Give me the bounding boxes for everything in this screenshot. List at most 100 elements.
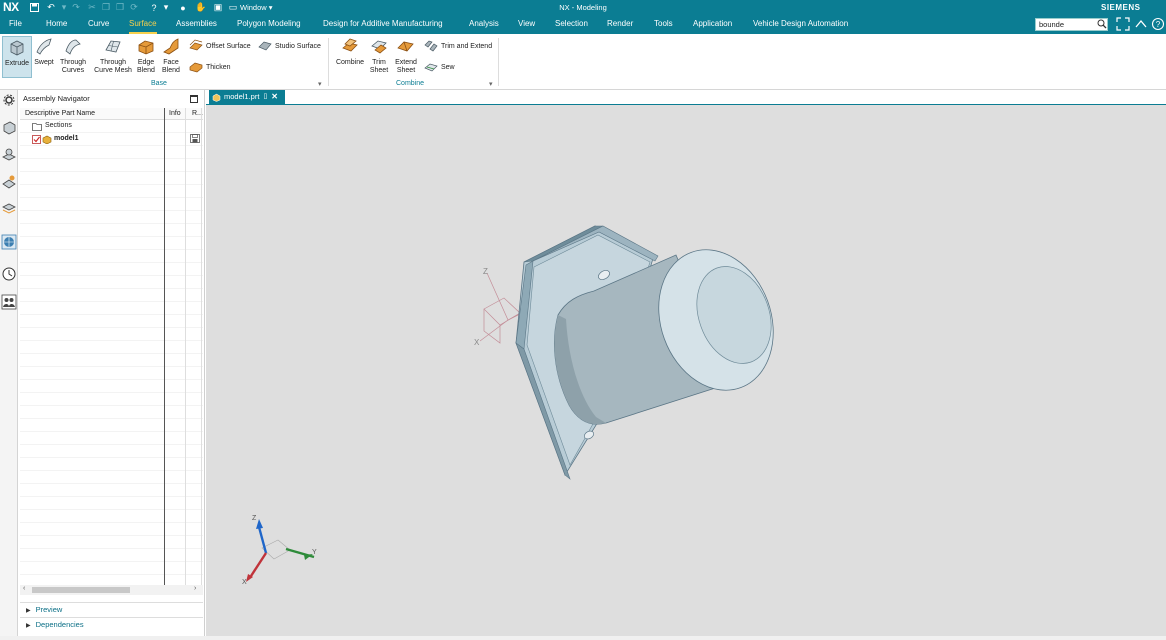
expand-icon: ▶ — [26, 623, 31, 629]
base-group-more-icon[interactable]: ▾ — [318, 80, 322, 88]
trim-and-extend-button[interactable]: Trim and Extend — [424, 39, 492, 53]
tab-pin-icon[interactable]: ▯ — [263, 90, 267, 104]
tab-assemblies[interactable]: Assemblies — [176, 15, 217, 34]
face-blend-button[interactable]: Face Blend — [160, 36, 182, 75]
gear-icon[interactable] — [1, 92, 17, 108]
tab-file[interactable]: File — [9, 15, 22, 34]
extend-sheet-button[interactable]: Extend Sheet — [393, 36, 419, 75]
combine-button[interactable]: Combine — [335, 36, 365, 67]
column-descriptive-part-name[interactable]: Descriptive Part Name — [25, 110, 95, 117]
cut-icon[interactable]: ✂ — [86, 1, 98, 14]
preview-label: Preview — [35, 605, 63, 614]
tab-tools[interactable]: Tools — [654, 15, 673, 34]
tab-analysis[interactable]: Analysis — [469, 15, 499, 34]
scroll-left-icon[interactable]: ‹ — [23, 585, 25, 592]
tab-surface[interactable]: Surface — [129, 15, 157, 34]
3d-model-canvas[interactable]: Z X Z Y X — [206, 105, 1166, 637]
part-navigator-icon[interactable] — [1, 120, 17, 136]
extend-sheet-label: Extend Sheet — [395, 59, 417, 74]
save-icon[interactable] — [28, 1, 40, 14]
window-menu[interactable]: Window ▾ — [240, 0, 273, 15]
horizontal-scrollbar[interactable]: ‹ › — [20, 585, 203, 595]
paste-icon[interactable]: ❒ — [114, 1, 126, 14]
through-curves-button[interactable]: Through Curves — [57, 36, 89, 75]
extrude-button[interactable]: Extrude — [2, 36, 32, 78]
combine-group-more-icon[interactable]: ▾ — [489, 80, 493, 88]
column-divider[interactable] — [164, 108, 165, 586]
extrude-icon — [10, 40, 24, 56]
through-curve-mesh-button[interactable]: Through Curve Mesh — [92, 36, 134, 75]
collapse-ribbon-icon[interactable] — [1134, 17, 1148, 31]
tab-application[interactable]: Application — [693, 15, 732, 34]
document-tab-model1[interactable]: model1.prt ▯ ✕ — [209, 90, 285, 104]
copy-icon[interactable]: ❐ — [100, 1, 112, 14]
help-icon[interactable]: ? — [148, 1, 160, 14]
assembly-navigator-icon[interactable] — [1, 146, 17, 162]
fullscreen-icon[interactable] — [1116, 17, 1130, 31]
close-tab-icon[interactable]: ✕ — [271, 90, 278, 104]
touch-mode-icon[interactable]: ✋ — [195, 1, 207, 14]
scroll-right-icon[interactable]: › — [194, 585, 196, 592]
column-divider[interactable] — [201, 108, 202, 586]
undo-icon[interactable]: ↶ — [45, 1, 57, 14]
search-icon[interactable] — [1097, 19, 1107, 29]
combine-label: Combine — [335, 59, 364, 66]
redo-icon[interactable]: ↷ — [70, 1, 82, 14]
through-curve-mesh-label: Through Curve Mesh — [94, 59, 132, 74]
scrollbar-thumb[interactable] — [32, 587, 130, 593]
tab-polygon-modeling[interactable]: Polygon Modeling — [237, 15, 301, 34]
offset-surface-button[interactable]: Offset Surface — [189, 39, 251, 53]
microphone-icon[interactable]: ● — [177, 1, 189, 14]
reuse-library-icon[interactable] — [1, 200, 17, 216]
title-bar: NX ↶ ▾ ↷ ✂ ❐ ❒ ⟳ ? ▾ ● ✋ ▣ ▭ Window ▾ NX… — [0, 0, 1166, 15]
dependencies-section[interactable]: ▶ Dependencies — [20, 617, 203, 631]
window-layout-icon[interactable]: ▣ — [212, 1, 224, 14]
checkbox-icon[interactable] — [32, 134, 41, 144]
window-icon[interactable]: ▭ — [227, 1, 239, 14]
help-list-icon[interactable]: ▾ — [160, 1, 172, 14]
sew-button[interactable]: Sew — [424, 60, 455, 74]
column-info[interactable]: Info — [169, 110, 181, 117]
graphics-window[interactable]: Z X Z Y X — [206, 104, 1166, 636]
datum-x-label: X — [474, 338, 480, 347]
tab-home[interactable]: Home — [46, 15, 67, 34]
undo-list-icon[interactable]: ▾ — [58, 1, 70, 14]
offset-surface-label: Offset Surface — [206, 42, 251, 50]
roles-icon[interactable] — [1, 294, 17, 310]
tab-selection[interactable]: Selection — [555, 15, 588, 34]
folder-icon — [32, 122, 42, 131]
group-separator — [328, 38, 329, 86]
tab-curve[interactable]: Curve — [88, 15, 109, 34]
extend-sheet-icon — [397, 41, 414, 52]
maximize-panel-icon[interactable] — [190, 95, 198, 103]
preview-section[interactable]: ▶ Preview — [20, 602, 203, 616]
web-browser-icon[interactable] — [1, 234, 17, 250]
constraint-navigator-icon[interactable] — [1, 174, 17, 190]
tab-design-for-additive-manufacturing[interactable]: Design for Additive Manufacturing — [323, 15, 443, 34]
trim-sheet-button[interactable]: Trim Sheet — [368, 36, 390, 75]
studio-surface-button[interactable]: Studio Surface — [258, 39, 321, 53]
tab-render[interactable]: Render — [607, 15, 633, 34]
thicken-button[interactable]: Thicken — [189, 60, 231, 74]
resource-bar — [0, 90, 18, 636]
navigator-column-header: Descriptive Part Name Info R... — [20, 108, 203, 120]
window-title: NX - Modeling — [559, 3, 607, 12]
thicken-label: Thicken — [206, 63, 231, 71]
repeat-icon[interactable]: ⟳ — [128, 1, 140, 14]
base-group-label: Base — [151, 80, 167, 87]
svg-text:?: ? — [1156, 20, 1161, 29]
swept-label: Swept — [34, 59, 54, 66]
edge-blend-button[interactable]: Edge Blend — [135, 36, 157, 75]
datum-z-label: Z — [483, 267, 488, 276]
history-icon[interactable] — [1, 266, 17, 282]
tree-row-model1[interactable]: model1 — [32, 133, 79, 145]
column-divider[interactable] — [185, 108, 186, 586]
tab-view[interactable]: View — [518, 15, 535, 34]
view-triad[interactable] — [246, 519, 315, 582]
help-circle-icon[interactable]: ? — [1151, 17, 1165, 31]
model-body[interactable] — [515, 225, 792, 480]
app-logo: NX — [3, 0, 19, 14]
tab-vehicle-design-automation[interactable]: Vehicle Design Automation — [753, 15, 848, 34]
swept-button[interactable]: Swept — [33, 36, 55, 67]
tree-row-sections[interactable]: Sections — [32, 120, 72, 132]
